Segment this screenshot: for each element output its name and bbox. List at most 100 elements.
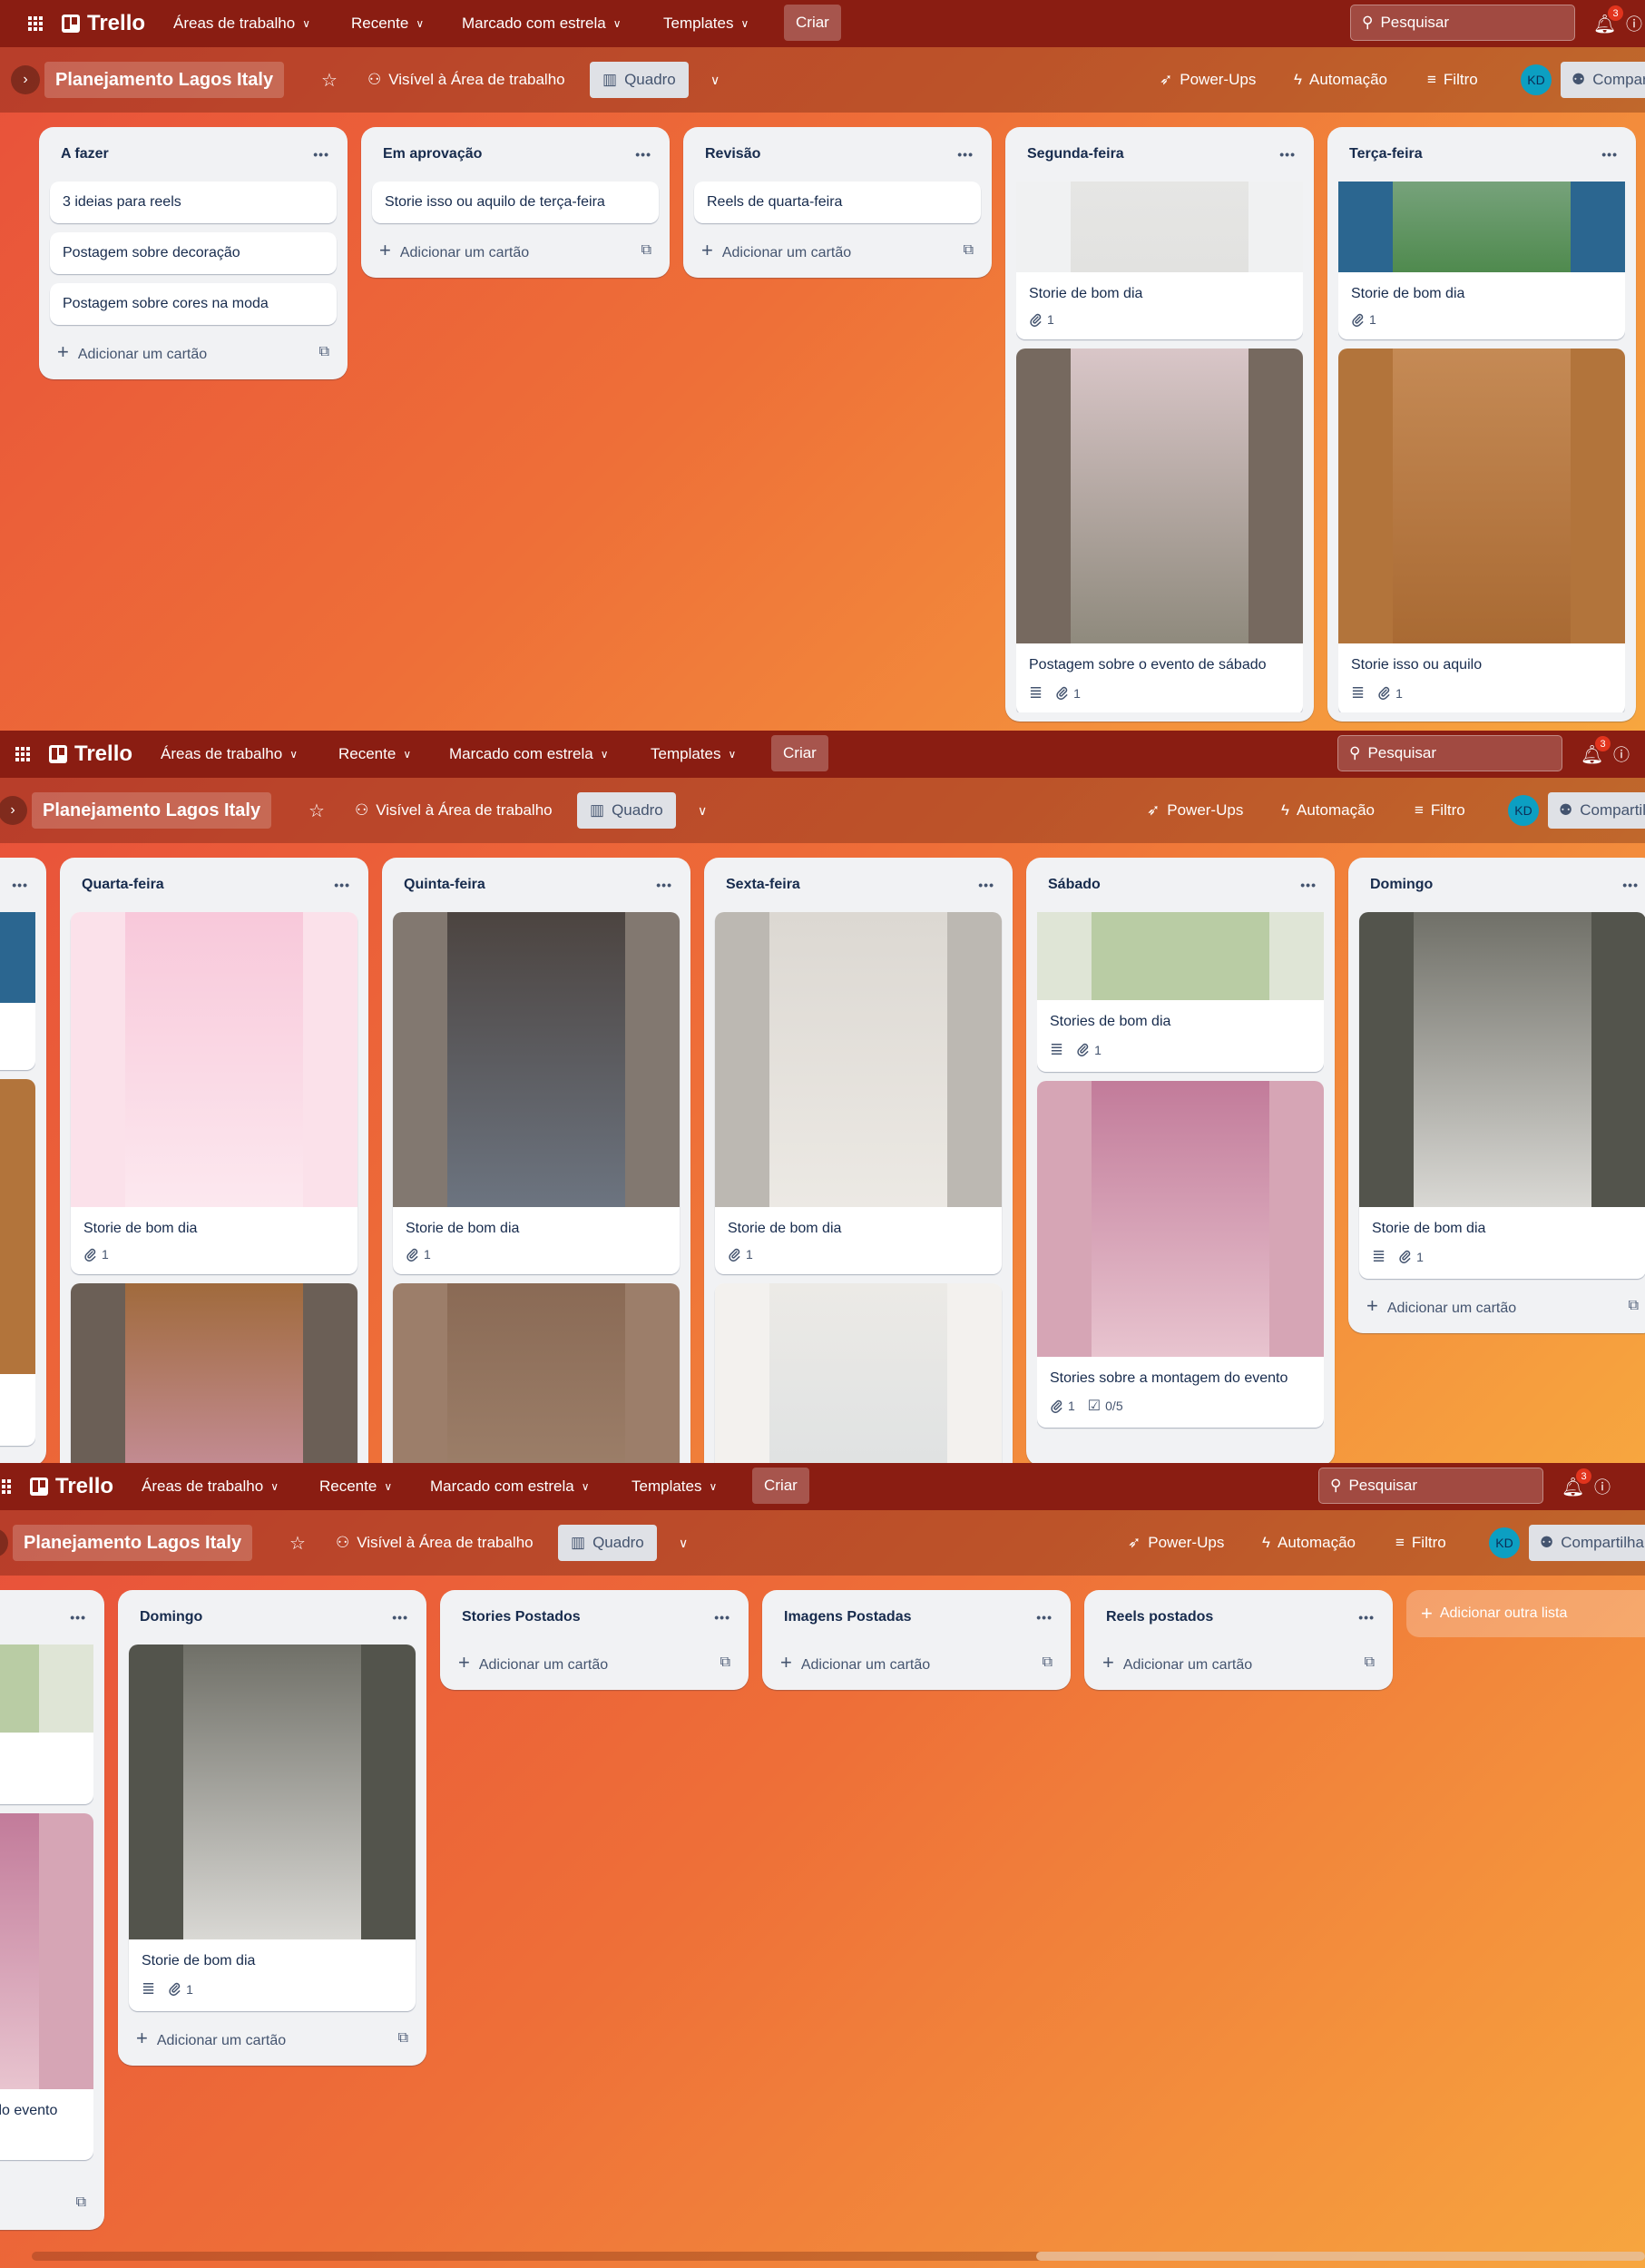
list-menu-icon[interactable]: ••• [334,878,350,892]
create-from-template-icon[interactable]: ⧉ [964,242,974,259]
avatar[interactable]: KD [1508,795,1539,826]
trello-logo[interactable]: Trello [30,1463,113,1510]
views-chevron-down-icon[interactable]: ∨ [679,1525,688,1561]
nav-starred[interactable]: Marcado com estrela ∨ [430,1463,590,1510]
nav-recent[interactable]: Recente ∨ [351,0,424,47]
visibility-button[interactable]: ⚇ Visível à Área de trabalho [355,792,553,829]
list-menu-icon[interactable]: ••• [1358,1610,1375,1625]
power-ups-button[interactable]: ➶ Power-Ups [1147,792,1243,829]
card[interactable]: Storie de bom dia 1 [1338,182,1625,339]
create-from-template-icon[interactable]: ⧉ [1629,1298,1639,1314]
add-card-button[interactable]: +Adicionar um cartão⧉ [1095,1645,1382,1681]
nav-workspaces[interactable]: Áreas de trabalho ∨ [161,731,298,778]
card[interactable]: Storie de bom dia ≣ 1 [129,1645,416,2011]
visibility-button[interactable]: ⚇ Visível à Área de trabalho [336,1525,534,1561]
filter-button[interactable]: ≡ Filtro [1395,1525,1446,1561]
share-button[interactable]: ⚉ Compartilhar [1548,792,1645,829]
create-button[interactable]: Criar [784,5,841,41]
create-from-template-icon[interactable]: ⧉ [720,1654,730,1671]
search-input[interactable]: ⚲ Pesquisar [1318,1468,1543,1504]
add-list-button[interactable]: + Adicionar outra lista [1406,1590,1645,1637]
card[interactable] [71,1283,357,1463]
list-title[interactable]: Terça-feira [1349,146,1423,162]
nav-starred[interactable]: Marcado com estrela ∨ [449,731,609,778]
nav-templates[interactable]: Templates ∨ [632,1463,717,1510]
list-title[interactable]: Stories Postados [462,1609,581,1625]
board-title[interactable]: Planejamento Lagos Italy [44,62,285,98]
card[interactable]: Postagem sobre cores na moda [50,283,337,325]
add-card-button[interactable]: +Adicionar um cartão⧉ [50,334,337,370]
views-chevron-down-icon[interactable]: ∨ [710,62,720,98]
list-menu-icon[interactable]: ••• [656,878,672,892]
filter-button[interactable]: ≡ Filtro [1415,792,1465,829]
card[interactable]: Storie isso ou aquilo de terça-feira [372,182,659,223]
card[interactable]: Storie de bom dia ≣ 1 [1359,912,1645,1279]
card[interactable]: Storie de bom dia 1 [715,912,1002,1274]
trello-logo[interactable]: Trello [49,731,132,778]
card[interactable] [393,1283,680,1463]
card[interactable] [715,1283,1002,1463]
list-menu-icon[interactable]: ••• [957,147,974,162]
nav-workspaces[interactable]: Áreas de trabalho ∨ [173,0,310,47]
help-icon[interactable]: ⓘ [1626,0,1642,47]
list-menu-icon[interactable]: ••• [313,147,329,162]
card[interactable]: Storie de bom dia 1 [1016,182,1303,339]
card[interactable]: Storie de bom dia 1 [393,912,680,1274]
create-from-template-icon[interactable]: ⧉ [641,242,651,259]
list-title[interactable]: Revisão [705,146,760,162]
view-board-button[interactable]: ▥ Quadro [577,792,676,829]
list-title[interactable]: Domingo [140,1609,202,1625]
list-menu-icon[interactable]: ••• [1036,1610,1053,1625]
list-menu-icon[interactable]: ••• [1300,878,1317,892]
create-button[interactable]: Criar [752,1468,809,1504]
automation-button[interactable]: ϟ Automação [1294,62,1387,98]
avatar[interactable]: KD [1489,1527,1520,1558]
nav-templates[interactable]: Templates ∨ [651,731,736,778]
list-menu-icon[interactable]: ••• [714,1610,730,1625]
power-ups-button[interactable]: ➶ Power-Ups [1160,62,1256,98]
list-title[interactable]: Imagens Postadas [784,1609,912,1625]
sidebar-toggle-chevron-icon[interactable]: › [0,796,27,825]
add-card-button[interactable]: +Adicionar um cartão⧉ [451,1645,738,1681]
list-menu-icon[interactable]: ••• [978,878,994,892]
list-title[interactable]: Sábado [1048,877,1101,893]
star-icon[interactable]: ☆ [308,792,325,829]
create-button[interactable]: Criar [771,735,828,771]
app-switcher-icon[interactable] [27,0,44,47]
create-from-template-icon[interactable]: ⧉ [76,2194,86,2211]
create-from-template-icon[interactable]: ⧉ [398,2030,408,2047]
share-button[interactable]: ⚉ Compartilhar [1529,1525,1645,1561]
list-title[interactable]: Em aprovação [383,146,482,162]
board-horizontal-scrollbar[interactable] [32,2252,1645,2261]
filter-button[interactable]: ≡ Filtro [1427,62,1478,98]
card[interactable]: Storie de bom dia 1 [71,912,357,1274]
list-menu-icon[interactable]: ••• [635,147,651,162]
share-button[interactable]: ⚉ Compartilhar [1561,62,1645,98]
create-from-template-icon[interactable]: ⧉ [319,344,329,360]
app-switcher-icon[interactable] [0,1463,12,1510]
trello-logo[interactable]: Trello [62,0,145,47]
list-title[interactable]: Domingo [1370,877,1433,893]
search-input[interactable]: ⚲ Pesquisar [1337,735,1562,771]
board-title[interactable]: Planejamento Lagos Italy [32,792,272,829]
add-card-button[interactable]: +Adicionar um cartão⧉ [0,2185,93,2221]
list-menu-icon[interactable]: ••• [1601,147,1618,162]
card[interactable]: Postagem sobre decoração [50,232,337,274]
add-card-button[interactable]: +Adicionar um cartão⧉ [372,232,659,269]
card[interactable]: Stories sobre a montagem do evento 1☑0/5 [0,1813,93,2160]
help-icon[interactable]: ⓘ [1613,731,1630,778]
card[interactable]: Storie de bom dia 1 [0,912,35,1070]
card[interactable]: Reels de quarta-feira [694,182,981,223]
add-card-button[interactable]: +Adicionar um cartão⧉ [694,232,981,269]
scrollbar-thumb[interactable] [1036,2252,1645,2261]
list-menu-icon[interactable]: ••• [70,1610,86,1625]
list-title[interactable]: Segunda-feira [1027,146,1124,162]
card[interactable]: Stories de bom dia≣1 [0,1645,93,1804]
list-title[interactable]: Reels postados [1106,1609,1213,1625]
list-title[interactable]: Quarta-feira [82,877,164,893]
board-title[interactable]: Planejamento Lagos Italy [13,1525,253,1561]
app-switcher-icon[interactable] [15,731,31,778]
card[interactable]: Storie isso ou aquilo ≣1 [0,1079,35,1446]
card[interactable]: Stories de bom dia≣1 [1037,912,1324,1072]
add-card-button[interactable]: +Adicionar um cartão⧉ [129,2020,416,2057]
